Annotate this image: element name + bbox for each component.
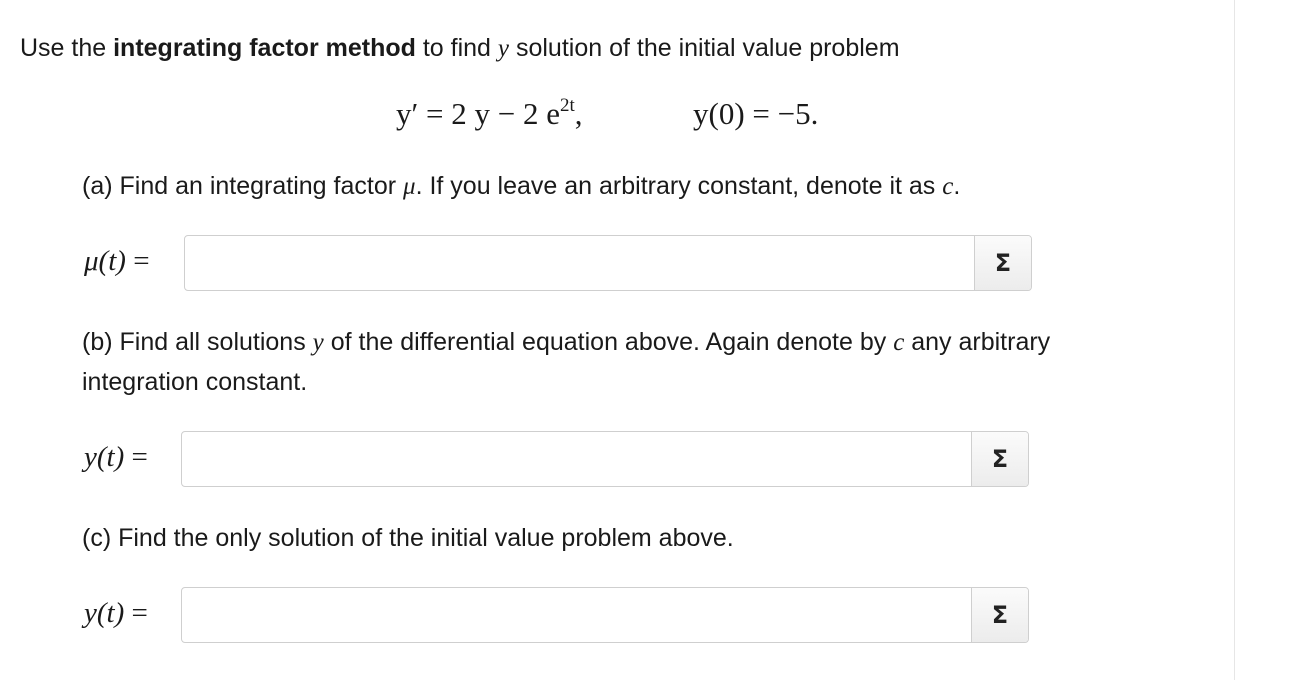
part-c-prompt: (c) Find the only solution of the initia… xyxy=(82,524,734,552)
sigma-icon: Σ xyxy=(994,249,1012,277)
mu-input[interactable] xyxy=(185,236,974,290)
part-b-prompt-line2: integration constant. xyxy=(82,368,308,396)
particular-solution-input[interactable] xyxy=(182,588,971,642)
part-a-equation-editor-button[interactable]: Σ xyxy=(974,236,1031,290)
part-b-answer: Σ xyxy=(181,431,1029,487)
method-name: integrating factor method xyxy=(113,34,416,62)
part-b-label: y(t) = xyxy=(84,441,148,473)
part-b-equation-editor-button[interactable]: Σ xyxy=(971,432,1028,486)
part-b-prompt-line1: (b) Find all solutions y of the differen… xyxy=(82,328,1051,356)
initial-condition: y(0) = −5. xyxy=(693,96,819,131)
part-c-equation-editor-button[interactable]: Σ xyxy=(971,588,1028,642)
general-solution-input[interactable] xyxy=(182,432,971,486)
sigma-icon: Σ xyxy=(991,445,1009,473)
part-a-answer: Σ xyxy=(184,235,1032,291)
part-c-label: y(t) = xyxy=(84,597,148,629)
differential-equation: y′ = 2 y − 2 e2t, xyxy=(396,95,583,131)
part-a-prompt: (a) Find an integrating factor μ. If you… xyxy=(82,172,961,200)
sigma-icon: Σ xyxy=(991,601,1009,629)
content-right-border xyxy=(1234,0,1235,680)
intro-text: Use the integrating factor method to fin… xyxy=(20,34,900,62)
part-a-label: μ(t) = xyxy=(84,245,150,277)
part-c-answer: Σ xyxy=(181,587,1029,643)
